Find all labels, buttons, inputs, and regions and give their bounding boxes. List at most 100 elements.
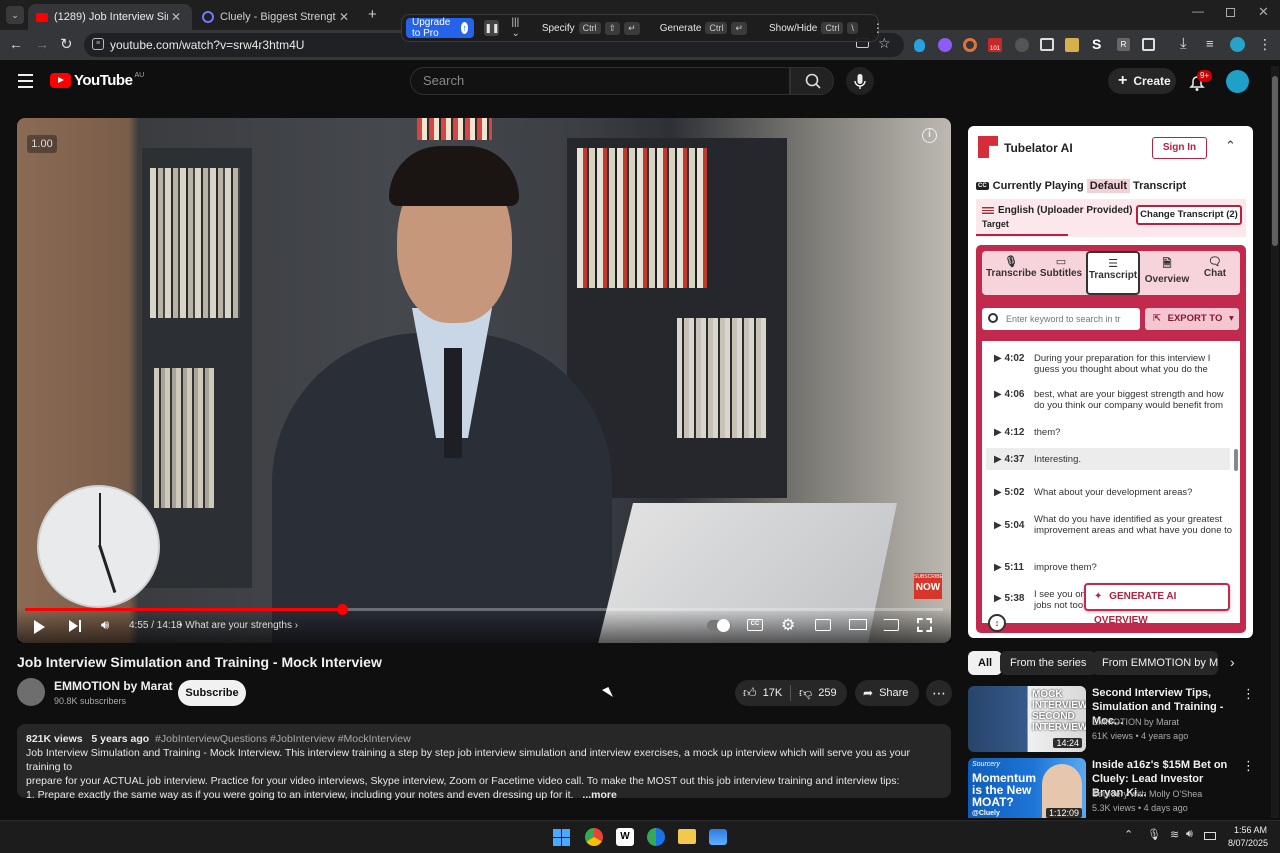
change-transcript-button[interactable]: Change Transcript (2) — [1136, 205, 1242, 225]
wifi-icon[interactable]: ≋ — [1170, 828, 1179, 841]
bookmark-star-icon[interactable]: ☆ — [878, 35, 891, 52]
dislike-button[interactable]: 👎︎ 259 — [791, 685, 837, 701]
transcript-line[interactable]: ▶ 5:38 I see you on jobs not too — [994, 589, 1094, 619]
site-info-icon[interactable]: ≡ — [92, 38, 104, 50]
windows-start-icon[interactable] — [553, 829, 570, 846]
generate-control[interactable]: Generate Ctrl ↵ — [660, 21, 747, 35]
file-explorer-icon[interactable] — [678, 829, 696, 844]
captions-icon[interactable]: CC — [747, 619, 763, 631]
scroll-toggle-icon[interactable]: ↕ — [988, 614, 1006, 632]
timestamp-button[interactable]: ▶ 4:06 — [994, 389, 1034, 411]
chrome-profile-taskbar-icon[interactable] — [647, 828, 665, 846]
create-button[interactable]: + Create — [1108, 68, 1176, 94]
photos-app-icon[interactable] — [709, 829, 727, 845]
progress-scrubber[interactable] — [336, 604, 348, 615]
tubelator-sign-in-button[interactable]: Sign In — [1152, 137, 1207, 159]
new-tab-icon[interactable]: + — [368, 6, 377, 23]
tab-subtitles[interactable]: ▭ Subtitles — [1036, 255, 1086, 289]
video-description[interactable]: 821K views 5 years ago #JobInterviewQues… — [17, 724, 951, 801]
transcript-scrollbar[interactable] — [1234, 449, 1238, 471]
browser-tab-cluely[interactable]: Cluely - Biggest Strengths ✕ — [194, 4, 360, 30]
chips-next-icon[interactable]: › — [1230, 654, 1235, 670]
cluely-menu-icon[interactable]: ⋮ — [872, 21, 884, 35]
card-menu-icon[interactable]: ⋮ — [1242, 686, 1255, 702]
transcript-line[interactable]: ▶ 4:06 best, what are your biggest stren… — [994, 389, 1236, 411]
generate-ai-overview-button[interactable]: ✦ GENERATE AI OVERVIEW — [1084, 583, 1230, 623]
progress-bar[interactable] — [25, 604, 943, 615]
transcript-line[interactable]: ▶ 4:12 them? — [994, 427, 1236, 438]
back-icon[interactable]: ← — [9, 36, 23, 52]
default-badge[interactable]: Default — [1086, 179, 1131, 193]
account-avatar[interactable] — [1226, 70, 1249, 93]
profile-avatar-icon[interactable] — [1230, 37, 1245, 52]
extension-5-icon[interactable] — [1015, 38, 1029, 52]
youtube-logo[interactable]: YouTube AU — [50, 72, 144, 89]
downloads-icon[interactable]: ⤓ — [1180, 35, 1187, 52]
battery-icon[interactable] — [1204, 832, 1216, 840]
minimize-window-icon[interactable]: — — [1192, 4, 1204, 18]
like-button[interactable]: 👍︎ 17K — [735, 685, 791, 701]
forward-icon[interactable]: → — [35, 36, 49, 52]
more-actions-button[interactable]: ⋯ — [926, 680, 952, 706]
settings-gear-icon[interactable]: ⚙ — [781, 615, 795, 635]
notion-taskbar-icon[interactable]: W — [616, 828, 634, 846]
video-thumbnail[interactable]: MOCK INTERVIEW SECOND INTERVIEW 14:24 — [968, 686, 1086, 752]
voice-search-button[interactable] — [846, 67, 874, 95]
channel-name[interactable]: EMMOTION by Marat — [54, 679, 173, 693]
channel-avatar[interactable] — [17, 678, 45, 706]
transcript-line[interactable]: ▶ 4:02 During your preparation for this … — [994, 353, 1236, 375]
specify-control[interactable]: Specify Ctrl ⇧ ↵ — [542, 21, 640, 35]
transcript-line-active[interactable]: ▶ 4:37 Interesting. — [986, 448, 1230, 470]
reload-icon[interactable]: ↻ — [60, 35, 73, 53]
audio-level-icon[interactable]: |||⌄ — [511, 17, 519, 39]
extension-7-icon[interactable] — [1065, 38, 1079, 52]
extension-8-icon[interactable]: S — [1092, 36, 1101, 52]
extension-4-icon[interactable]: 101 — [988, 38, 1002, 52]
extensions-puzzle-icon[interactable] — [1142, 38, 1155, 51]
chrome-taskbar-icon[interactable] — [585, 828, 603, 846]
video-thumbnail[interactable]: Sourcery Momentum is the New MOAT? @Clue… — [968, 758, 1086, 818]
page-scrollbar[interactable] — [1271, 66, 1279, 818]
export-to-button[interactable]: ⇱ EXPORT TO ▾ — [1145, 308, 1239, 330]
timestamp-button[interactable]: ▶ 5:04 — [994, 514, 1034, 536]
extension-1-icon[interactable] — [914, 39, 925, 52]
fullscreen-icon[interactable] — [917, 618, 932, 632]
browser-tab-youtube[interactable]: (1289) Job Interview Simulatio ✕ — [28, 4, 192, 30]
search-input[interactable]: Search — [410, 67, 790, 95]
upgrade-to-pro-button[interactable]: Upgrade to Pro ↑ — [406, 17, 475, 39]
recommended-video[interactable]: Sourcery Momentum is the New MOAT? @Clue… — [968, 758, 1258, 818]
play-button[interactable] — [34, 620, 45, 634]
volume-icon[interactable]: 🔊︎ — [101, 617, 109, 633]
transcript-line[interactable]: ▶ 5:02 What about your development areas… — [994, 487, 1236, 498]
media-control-icon[interactable]: ≡ — [1206, 36, 1214, 51]
tab-chat[interactable]: 🗨︎ Chat — [1190, 255, 1240, 289]
transcript-line[interactable]: ▶ 5:11 improve them? — [994, 562, 1236, 573]
pause-button[interactable]: ❚❚ — [484, 20, 500, 36]
microphone-tray-icon[interactable]: 🎙︎ — [1147, 828, 1161, 841]
notifications-button[interactable]: 9+ — [1186, 70, 1213, 94]
extension-6-icon[interactable] — [1040, 38, 1054, 51]
collapse-panel-icon[interactable]: ⌃ — [1225, 138, 1236, 154]
miniplayer-icon[interactable] — [815, 619, 831, 631]
hamburger-menu-icon[interactable] — [18, 74, 33, 88]
clock-date[interactable]: 8/07/2025 — [1228, 838, 1268, 848]
chapter-button[interactable]: • What are your strengths › — [179, 620, 298, 631]
video-player[interactable]: 1.00 i SUBSCRIBE NOW — [17, 118, 951, 643]
tray-overflow-icon[interactable]: ⌃ — [1124, 828, 1133, 841]
cast-video-icon[interactable] — [883, 619, 899, 631]
chip-from-series[interactable]: From the series — [1000, 651, 1097, 675]
close-tab-icon[interactable]: ✕ — [336, 10, 352, 24]
volume-tray-icon[interactable]: 🔊︎ — [1186, 828, 1193, 841]
extension-3-icon[interactable] — [963, 38, 977, 52]
video-info-icon[interactable]: i — [922, 128, 937, 143]
timestamp-button[interactable]: ▶ 4:02 — [994, 353, 1034, 375]
chip-all[interactable]: All — [968, 651, 1003, 675]
browser-menu-icon[interactable]: ⋮ — [1258, 36, 1272, 53]
timestamp-button[interactable]: ▶ 5:11 — [994, 562, 1034, 573]
theater-mode-icon[interactable] — [849, 619, 867, 630]
tab-transcribe[interactable]: 🎙︎ Transcribe — [986, 255, 1037, 289]
extension-2-icon[interactable] — [938, 38, 952, 52]
subscribe-now-overlay[interactable]: SUBSCRIBE NOW — [914, 573, 943, 599]
card-menu-icon[interactable]: ⋮ — [1242, 758, 1255, 774]
transcript-line[interactable]: ▶ 5:04 What do you have identified as yo… — [994, 514, 1236, 536]
